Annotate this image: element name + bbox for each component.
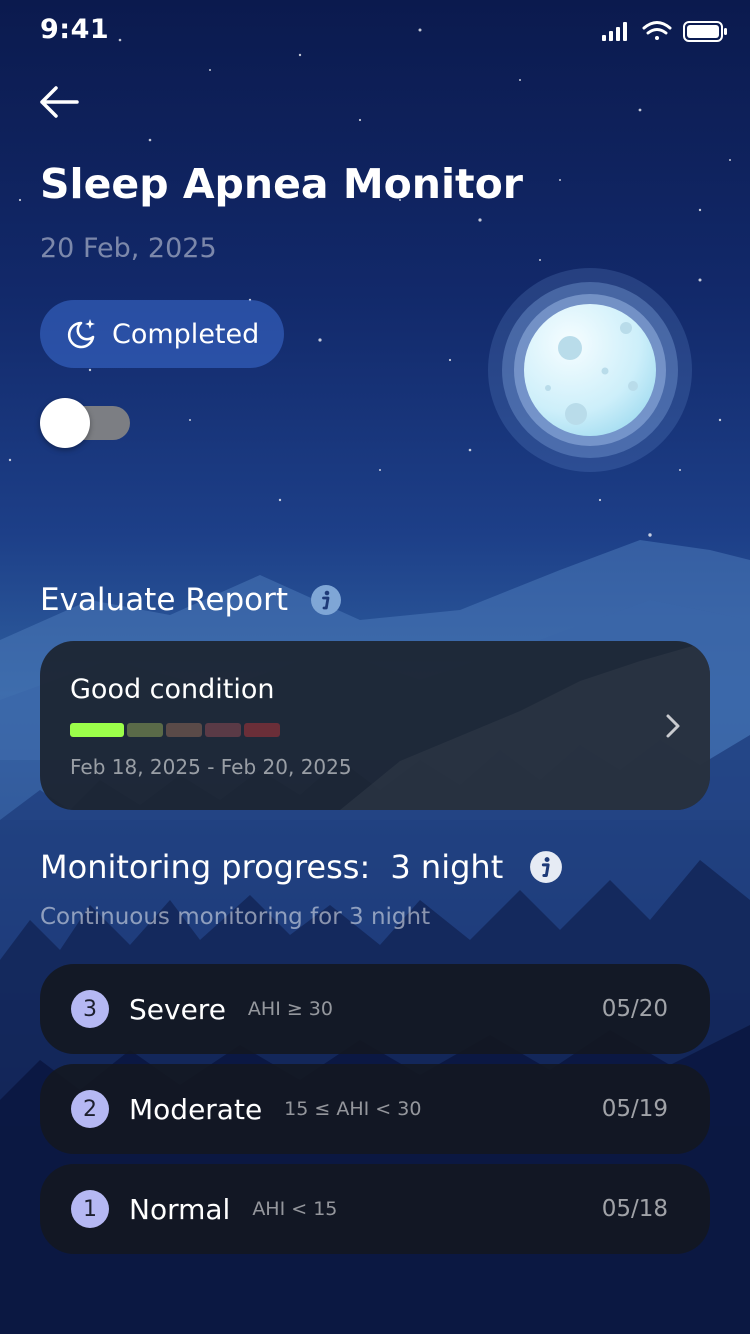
evaluate-report-heading: Evaluate Report bbox=[40, 582, 342, 618]
status-time: 9:41 bbox=[40, 14, 110, 45]
scale-segment bbox=[70, 723, 124, 737]
monitoring-nights: 3 night bbox=[390, 848, 504, 886]
night-row-moderate[interactable]: 2 Moderate 15 ≤ AHI < 30 05/19 bbox=[40, 1064, 710, 1154]
night-number-badge: 1 bbox=[71, 1190, 109, 1228]
evaluate-report-card[interactable]: Good condition Feb 18, 2025 - Feb 20, 20… bbox=[40, 641, 710, 810]
info-icon[interactable] bbox=[310, 584, 342, 616]
night-ahi-range: AHI ≥ 30 bbox=[247, 998, 333, 1020]
monitoring-progress-heading: Monitoring progress: 3 night bbox=[40, 848, 563, 886]
night-ahi-range: AHI < 15 bbox=[252, 1198, 338, 1220]
condition-scale-bar bbox=[70, 723, 280, 737]
night-ahi-range: 15 ≤ AHI < 30 bbox=[284, 1098, 422, 1120]
wifi-icon bbox=[642, 21, 672, 40]
page-title: Sleep Apnea Monitor bbox=[40, 160, 524, 208]
scale-segment bbox=[166, 723, 202, 737]
night-number-badge: 3 bbox=[71, 990, 109, 1028]
status-pill-completed[interactable]: Completed bbox=[40, 300, 284, 368]
toggle-knob bbox=[40, 398, 90, 448]
monitor-toggle[interactable] bbox=[40, 398, 132, 450]
evaluate-report-title: Evaluate Report bbox=[40, 582, 289, 618]
page-date: 20 Feb, 2025 bbox=[40, 233, 217, 264]
battery-icon bbox=[683, 21, 727, 42]
night-date: 05/18 bbox=[601, 1196, 668, 1222]
scale-segment bbox=[244, 723, 280, 737]
night-level-label: Normal bbox=[129, 1192, 231, 1226]
moon-illustration bbox=[488, 268, 692, 472]
monitoring-subtitle: Continuous monitoring for 3 night bbox=[40, 904, 431, 930]
night-date: 05/20 bbox=[601, 996, 668, 1022]
night-row-severe[interactable]: 3 Severe AHI ≥ 30 05/20 bbox=[40, 964, 710, 1054]
report-date-range: Feb 18, 2025 - Feb 20, 2025 bbox=[70, 755, 352, 779]
status-icons bbox=[602, 21, 727, 42]
chevron-right-icon bbox=[666, 714, 680, 738]
night-row-normal[interactable]: 1 Normal AHI < 15 05/18 bbox=[40, 1164, 710, 1254]
monitoring-title: Monitoring progress: bbox=[40, 848, 371, 886]
back-arrow-icon[interactable] bbox=[36, 82, 82, 122]
status-pill-label: Completed bbox=[112, 318, 260, 350]
night-level-label: Moderate bbox=[129, 1092, 263, 1126]
night-level-label: Severe bbox=[129, 992, 226, 1026]
moon-star-icon bbox=[67, 319, 95, 349]
night-date: 05/19 bbox=[601, 1096, 668, 1122]
scale-segment bbox=[205, 723, 241, 737]
signal-icon bbox=[602, 22, 627, 41]
night-number-badge: 2 bbox=[71, 1090, 109, 1128]
info-icon[interactable] bbox=[529, 850, 563, 884]
report-status: Good condition bbox=[70, 674, 275, 705]
scale-segment bbox=[127, 723, 163, 737]
